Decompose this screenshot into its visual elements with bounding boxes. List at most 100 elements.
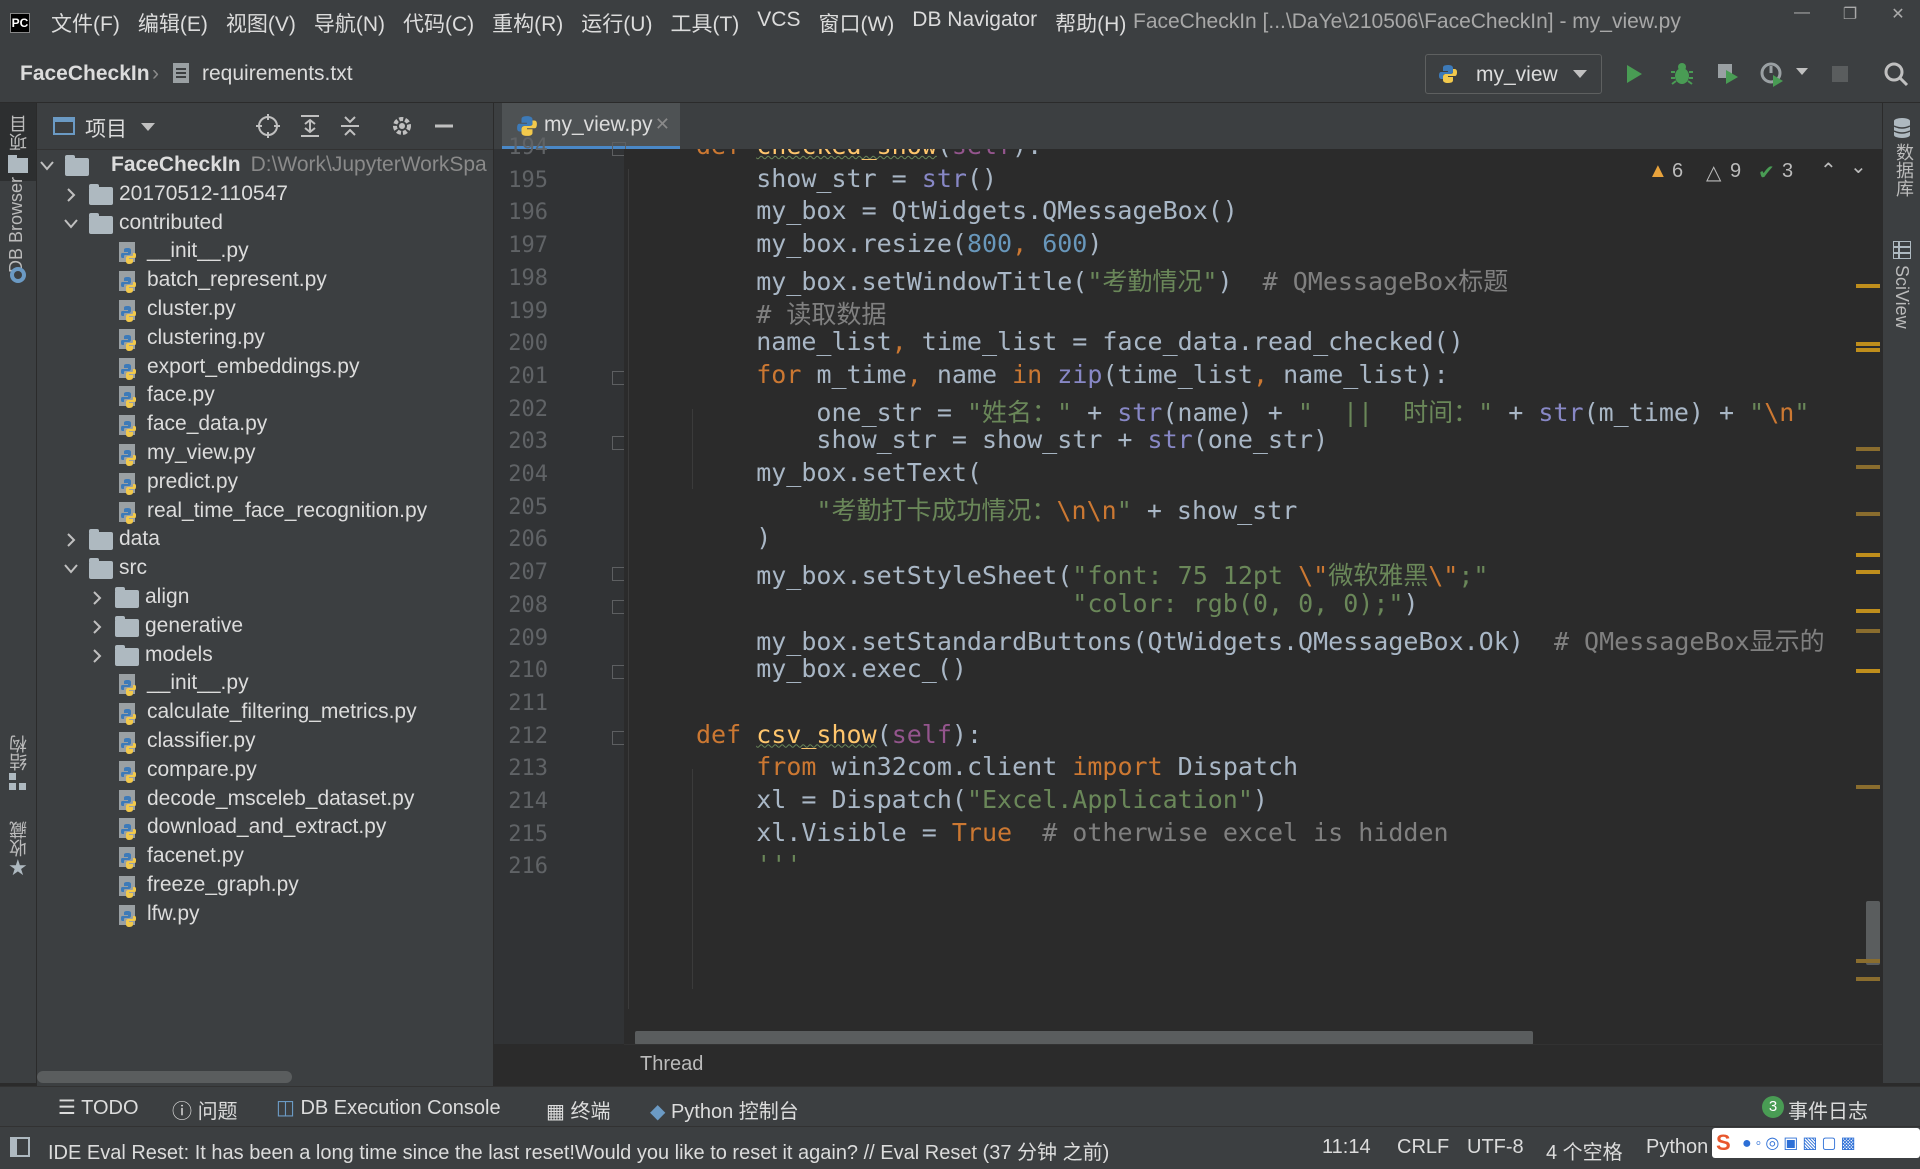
warning-mark[interactable] — [1856, 512, 1880, 516]
warning-mark[interactable] — [1856, 553, 1880, 557]
db-console-tool-button[interactable]: ◫ DB Execution Console — [276, 1095, 501, 1120]
chevron-down-icon[interactable] — [37, 152, 57, 180]
code-editor[interactable]: def checked_show(self): show_str = str()… — [624, 149, 1882, 1044]
breadcrumb-file[interactable]: requirements.txt — [202, 62, 353, 86]
tab-label: my_view.py — [544, 113, 653, 136]
code-token: # 读取数据 — [756, 299, 887, 329]
project-view-label[interactable]: 项目 — [85, 113, 127, 143]
chevron-down-icon[interactable] — [61, 210, 81, 238]
warning-mark[interactable] — [1856, 629, 1880, 633]
structure-tab[interactable]: 结构 — [6, 735, 32, 771]
warning-mark[interactable] — [1856, 465, 1880, 469]
menu-item[interactable]: 文件(F) — [42, 8, 129, 38]
database-icon — [1893, 118, 1911, 138]
menu-item[interactable]: 帮助(H) — [1046, 8, 1135, 38]
warning-mark[interactable] — [1856, 342, 1880, 346]
locate-file-icon[interactable] — [255, 113, 281, 139]
database-tab[interactable]: 数据库 — [1891, 143, 1917, 197]
search-icon[interactable] — [1882, 60, 1910, 88]
project-view-icon — [53, 117, 75, 135]
menu-item[interactable]: 工具(T) — [661, 8, 748, 38]
run-with-coverage-icon[interactable] — [1714, 60, 1742, 88]
sciview-tab[interactable]: SciView — [1891, 265, 1912, 329]
warning-mark[interactable] — [1856, 284, 1880, 288]
chevron-right-icon[interactable] — [87, 613, 107, 641]
warning-mark[interactable] — [1856, 669, 1880, 673]
menu-item[interactable]: 导航(N) — [305, 8, 394, 38]
python-file-icon — [117, 472, 141, 495]
ime-toolbar[interactable]: S ●◦◎▣▧▢▩ — [1712, 1128, 1920, 1158]
caret-position[interactable]: 11:14 — [1322, 1136, 1371, 1159]
breadcrumb-project[interactable]: FaceCheckIn — [20, 62, 150, 86]
python-console-icon: ◆ — [650, 1101, 671, 1123]
chevron-down-icon[interactable] — [61, 555, 81, 583]
pycharm-logo-icon[interactable]: PC — [10, 13, 30, 33]
code-line: my_box.setStandardButtons(QtWidgets.QMes… — [696, 622, 1824, 658]
toggle-tool-windows-icon[interactable] — [10, 1137, 30, 1157]
chevron-right-icon[interactable] — [61, 181, 81, 209]
db-browser-tab[interactable]: DB Browser — [6, 177, 27, 273]
project-tool-tab[interactable]: 项目 — [0, 103, 36, 181]
code-token: ) — [696, 523, 772, 553]
warning-mark[interactable] — [1856, 977, 1880, 981]
editor-horizontal-scrollbar[interactable] — [635, 1031, 1533, 1045]
hide-panel-icon[interactable] — [431, 113, 457, 139]
expand-all-icon[interactable] — [297, 113, 323, 139]
warning-mark[interactable] — [1856, 447, 1880, 451]
run-configuration-selector[interactable]: my_view — [1425, 54, 1602, 94]
menu-item[interactable]: 视图(V) — [217, 8, 305, 38]
minimize-icon[interactable]: — — [1782, 4, 1822, 22]
error-stripe[interactable] — [1856, 149, 1882, 1044]
more-run-options-chevron-icon[interactable] — [1796, 68, 1808, 75]
restore-icon[interactable]: ❐ — [1830, 4, 1870, 24]
menu-item[interactable]: 编辑(E) — [129, 8, 217, 38]
indent-settings[interactable]: 4 个空格 — [1546, 1136, 1623, 1165]
chevron-right-icon[interactable] — [87, 584, 107, 612]
menu-item[interactable]: 运行(U) — [572, 8, 661, 38]
terminal-tool-button[interactable]: ▦ 终端 — [546, 1095, 610, 1124]
collapse-all-icon[interactable] — [337, 113, 363, 139]
run-icon[interactable] — [1620, 60, 1648, 88]
line-number-gutter: 194 195 196 197 198 199 200 201 202 203 204 205 206 2… — [494, 135, 626, 1044]
warning-mark[interactable] — [1856, 959, 1880, 963]
close-icon[interactable]: ✕ — [1878, 4, 1918, 24]
code-line: "考勤打卡成功情况：\n\n" + show_str — [696, 491, 1297, 527]
previous-highlight-icon[interactable]: ⌃ — [1820, 158, 1837, 183]
line-separator[interactable]: CRLF — [1397, 1136, 1449, 1159]
chevron-right-icon[interactable] — [87, 642, 107, 670]
inspection-widget[interactable]: ▲ 6 △ 9 ✔ 3 ⌃ ⌄ — [1648, 156, 1867, 188]
warning-mark[interactable] — [1856, 348, 1880, 352]
python-console-tool-button[interactable]: ◆ Python 控制台 — [650, 1095, 799, 1124]
menu-item[interactable]: VCS — [748, 8, 809, 38]
event-log-tool-button[interactable]: 事件日志 — [1788, 1095, 1868, 1124]
favorites-tab[interactable]: 收藏 — [6, 821, 32, 857]
menu-item[interactable]: DB Navigator — [903, 8, 1046, 38]
todo-tool-button[interactable]: ☰ TODO — [58, 1095, 139, 1120]
tree-file-row[interactable]: lfw.py — [37, 898, 487, 932]
debug-icon[interactable] — [1668, 60, 1696, 88]
editor-vertical-scrollbar[interactable] — [1866, 901, 1880, 965]
horizontal-scrollbar[interactable] — [37, 1071, 292, 1083]
menu-item[interactable]: 代码(C) — [394, 8, 483, 38]
breadcrumb-thread[interactable]: Thread — [640, 1053, 703, 1076]
close-tab-icon[interactable]: ✕ — [655, 114, 670, 135]
code-token: # QMessageBox标题 — [1262, 266, 1509, 296]
line-number: 204 — [508, 462, 548, 487]
problems-tool-button[interactable]: ⓘ 问题 — [172, 1095, 238, 1124]
stop-icon[interactable] — [1826, 60, 1854, 88]
breadcrumb-separator-icon: › — [152, 62, 159, 85]
gear-icon[interactable] — [389, 113, 415, 139]
view-selector-chevron-icon[interactable] — [141, 123, 155, 131]
code-token: in — [1012, 359, 1058, 389]
python-interpreter[interactable]: Python — [1646, 1136, 1708, 1159]
warning-mark[interactable] — [1856, 609, 1880, 613]
status-message[interactable]: IDE Eval Reset: It has been a long time … — [48, 1136, 1109, 1165]
profile-icon[interactable] — [1758, 60, 1786, 88]
warning-mark[interactable] — [1856, 785, 1880, 789]
menu-item[interactable]: 重构(R) — [483, 8, 572, 38]
python-console-label: Python 控制台 — [670, 1101, 799, 1123]
chevron-right-icon[interactable] — [61, 526, 81, 554]
file-encoding[interactable]: UTF-8 — [1467, 1136, 1524, 1159]
menu-item[interactable]: 窗口(W) — [809, 8, 903, 38]
warning-mark[interactable] — [1856, 570, 1880, 574]
